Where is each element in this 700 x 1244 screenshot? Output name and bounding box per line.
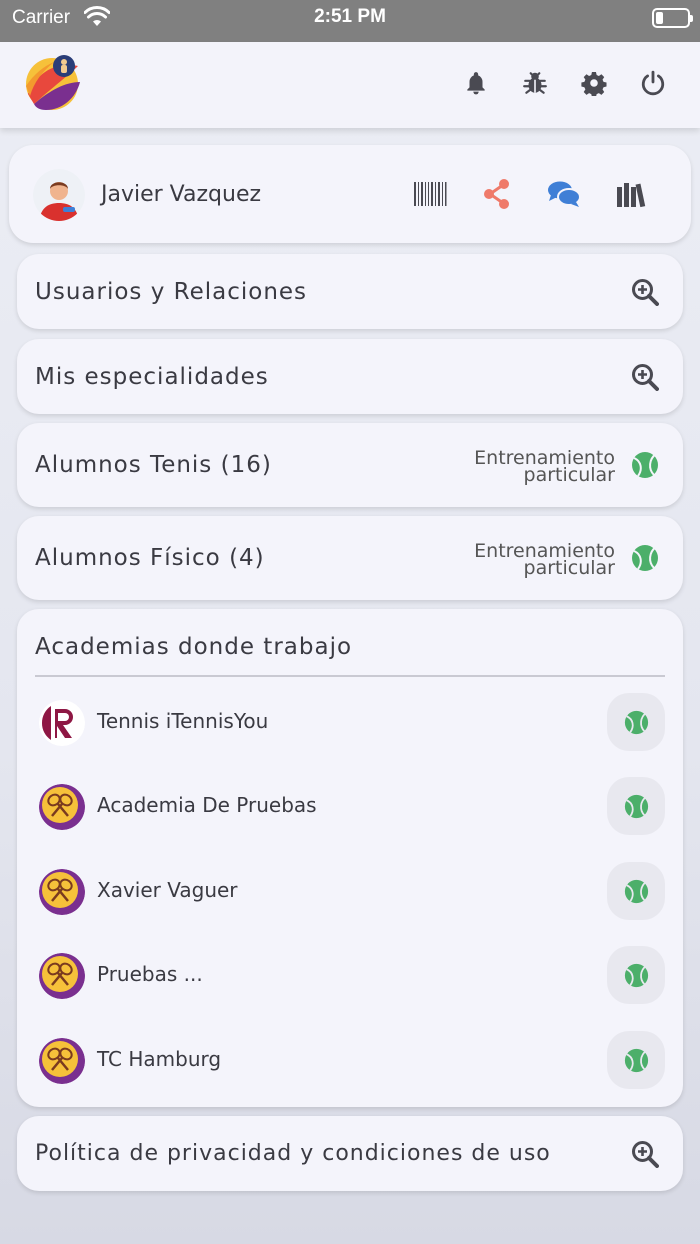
- academy-name: TC Hamburg: [97, 1047, 222, 1071]
- library-icon[interactable]: [615, 178, 649, 210]
- chat-icon[interactable]: [547, 178, 581, 210]
- barcode-icon[interactable]: [413, 178, 447, 210]
- academy-name: Xavier Vaguer: [97, 878, 238, 902]
- share-icon[interactable]: [480, 178, 514, 210]
- privacidad-card[interactable]: Política de privacidad y condiciones de …: [17, 1116, 683, 1191]
- academias-title: Academias donde trabajo: [35, 634, 353, 660]
- gear-icon[interactable]: [581, 70, 607, 96]
- profile-card: Javier Vazquez: [9, 145, 691, 243]
- avatar[interactable]: [33, 169, 85, 221]
- academy-action-button[interactable]: [607, 1031, 665, 1089]
- tag-line-2: particular: [523, 464, 615, 486]
- training-type-tag: Entrenamiento particular: [474, 542, 615, 579]
- tennis-ball-icon: [624, 1048, 649, 1073]
- tag-line-2: particular: [523, 557, 615, 579]
- bell-icon[interactable]: [463, 70, 489, 96]
- academias-card: Academias donde trabajo Tennis iTennisYo…: [17, 609, 683, 1107]
- alumnos-tenis-card[interactable]: Alumnos Tenis (16) Entrenamiento particu…: [17, 423, 683, 507]
- tennis-ball-icon: [624, 963, 649, 988]
- battery-icon: [652, 8, 693, 28]
- zoom-in-icon[interactable]: [631, 363, 659, 391]
- academy-action-button[interactable]: [607, 777, 665, 835]
- especialidades-card[interactable]: Mis especialidades: [17, 339, 683, 414]
- alumnos-fisico-card[interactable]: Alumnos Físico (4) Entrenamiento particu…: [17, 516, 683, 600]
- academy-action-button[interactable]: [607, 862, 665, 920]
- tennis-ball-icon[interactable]: [631, 451, 659, 479]
- academy-row[interactable]: Pruebas ...: [17, 946, 683, 1006]
- alumnos-tenis-title: Alumnos Tenis (16): [35, 452, 272, 478]
- academy-action-button[interactable]: [607, 946, 665, 1004]
- academy-logo-rackets: [39, 953, 85, 999]
- profile-name: Javier Vazquez: [101, 182, 262, 207]
- zoom-in-icon[interactable]: [631, 278, 659, 306]
- academy-row[interactable]: TC Hamburg: [17, 1031, 683, 1091]
- especialidades-title: Mis especialidades: [35, 364, 269, 390]
- academy-logo-rackets: [39, 869, 85, 915]
- clock: 2:51 PM: [314, 6, 386, 27]
- usuarios-title: Usuarios y Relaciones: [35, 279, 308, 305]
- zoom-in-icon[interactable]: [631, 1140, 659, 1168]
- alumnos-fisico-title: Alumnos Físico (4): [35, 545, 265, 571]
- academy-name: Pruebas ...: [97, 962, 203, 986]
- privacidad-title: Política de privacidad y condiciones de …: [35, 1141, 551, 1166]
- academy-name: Academia De Pruebas: [97, 793, 317, 817]
- app-header: [0, 42, 700, 128]
- power-icon[interactable]: [640, 70, 666, 96]
- academy-row[interactable]: Xavier Vaguer: [17, 862, 683, 922]
- academy-row[interactable]: Academia De Pruebas: [17, 777, 683, 837]
- academy-logo-r: [39, 700, 85, 746]
- tennis-ball-icon[interactable]: [631, 544, 659, 572]
- academy-name: Tennis iTennisYou: [97, 709, 269, 733]
- app-logo[interactable]: [24, 52, 82, 112]
- tennis-ball-icon: [624, 879, 649, 904]
- academy-action-button[interactable]: [607, 693, 665, 751]
- academy-logo-rackets: [39, 784, 85, 830]
- academy-row[interactable]: Tennis iTennisYou: [17, 693, 683, 753]
- tennis-ball-icon: [624, 710, 649, 735]
- usuarios-card[interactable]: Usuarios y Relaciones: [17, 254, 683, 329]
- academy-logo-rackets: [39, 1038, 85, 1084]
- status-bar: Carrier 2:51 PM: [0, 0, 700, 42]
- divider: [35, 675, 665, 677]
- tennis-ball-icon: [624, 794, 649, 819]
- training-type-tag: Entrenamiento particular: [474, 449, 615, 486]
- bug-icon[interactable]: [522, 70, 548, 96]
